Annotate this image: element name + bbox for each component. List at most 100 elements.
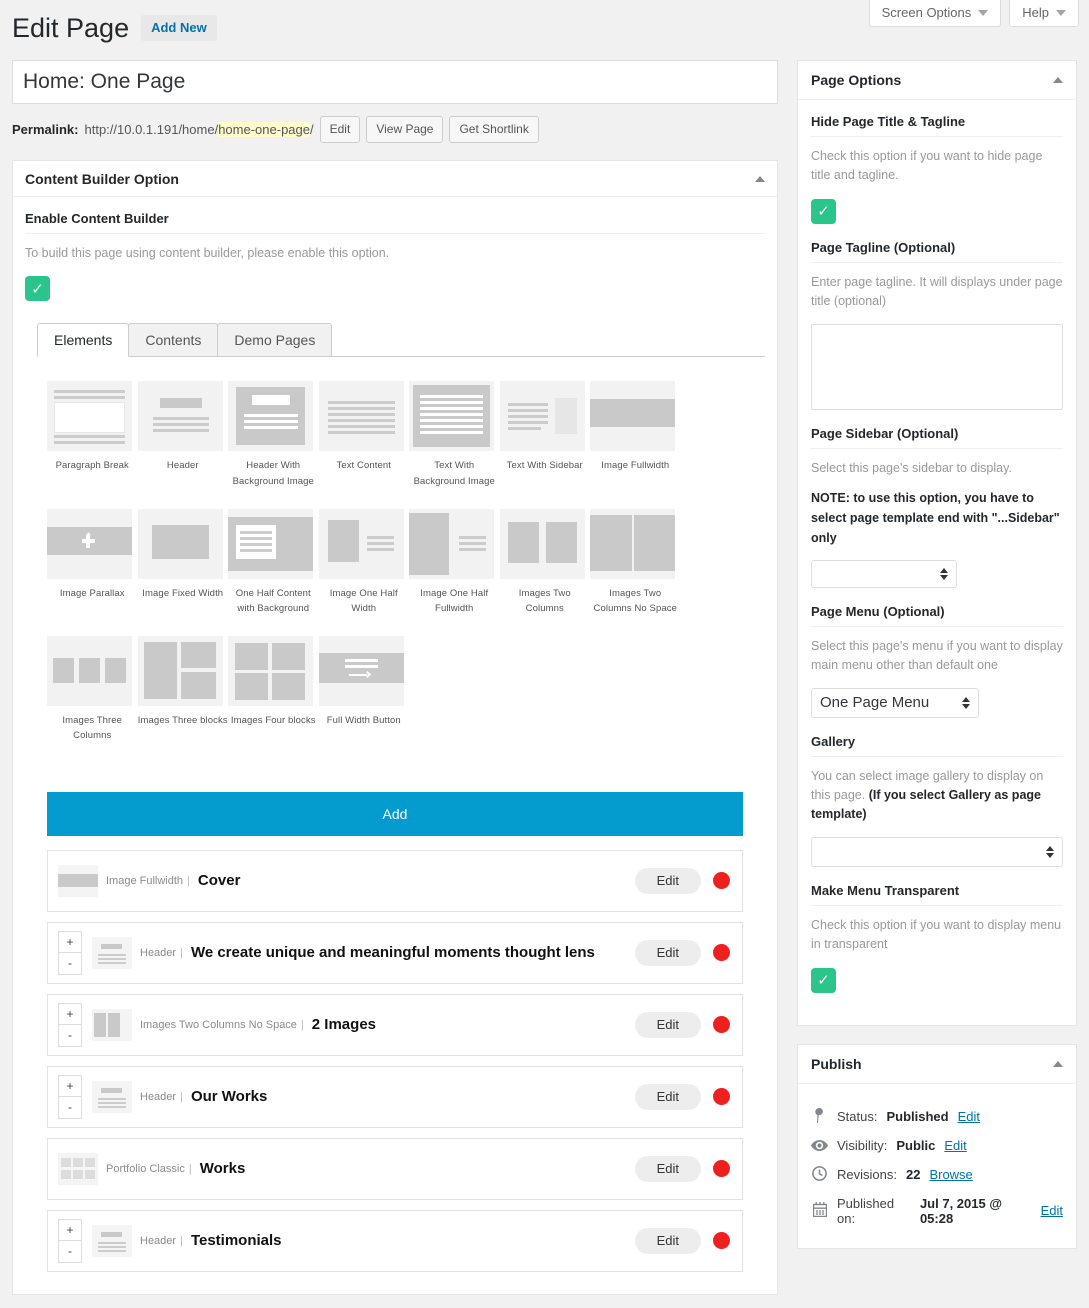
element-images-two-columns-no-space[interactable]: Images Two Columns No Space — [590, 509, 681, 616]
enable-content-builder-help: To build this page using content builder… — [25, 244, 765, 263]
row-edit-button[interactable]: Edit — [635, 940, 701, 966]
row-separator: | — [180, 1091, 183, 1103]
page-options-panel-title: Page Options — [811, 72, 901, 88]
element-text-with-background-image[interactable]: Text With Background Image — [409, 381, 500, 488]
row-delete-icon[interactable] — [713, 944, 730, 961]
page-tagline-label: Page Tagline (Optional) — [811, 240, 1063, 255]
edit-permalink-button[interactable]: Edit — [320, 116, 361, 143]
move-up-button[interactable]: + — [59, 1076, 81, 1098]
page-sidebar-help: Select this page's sidebar to display. — [811, 459, 1063, 478]
enable-content-builder-checkbox[interactable]: ✓ — [25, 276, 50, 301]
hide-page-title-checkbox[interactable]: ✓ — [811, 199, 836, 224]
clock-icon — [811, 1166, 828, 1184]
publish-date-edit-link[interactable]: Edit — [1041, 1203, 1063, 1218]
element-image-one-half-fullwidth[interactable]: Image One Half Fullwidth — [409, 509, 500, 616]
page-sidebar-select[interactable] — [811, 560, 957, 588]
move-down-button[interactable]: - — [59, 1025, 81, 1046]
row-delete-icon[interactable] — [713, 1088, 730, 1105]
row-order-stepper[interactable]: + - — [58, 931, 82, 975]
tab-elements[interactable]: Elements — [37, 323, 129, 357]
builder-rows-list: Image Fullwidth | Cover Edit + - — [47, 850, 743, 1272]
move-down-button[interactable]: - — [59, 1241, 81, 1262]
make-menu-transparent-checkbox[interactable]: ✓ — [811, 968, 836, 993]
move-up-button[interactable]: + — [59, 1004, 81, 1026]
content-builder-panel-header[interactable]: Content Builder Option — [13, 161, 777, 197]
row-delete-icon[interactable] — [713, 1160, 730, 1177]
element-label: Image Parallax — [47, 586, 138, 601]
element-one-half-content-with-background[interactable]: One Half Content with Background — [228, 509, 319, 616]
publish-revisions-row: Revisions: 22 Browse — [811, 1166, 1063, 1184]
row-edit-button[interactable]: Edit — [635, 1228, 701, 1254]
chevron-up-icon[interactable] — [1053, 1061, 1063, 1067]
element-images-four-blocks[interactable]: Images Four blocks — [228, 636, 319, 743]
screen-options-label: Screen Options — [882, 6, 972, 19]
element-full-width-button[interactable]: Full Width Button — [319, 636, 410, 743]
row-name-label: Testimonials — [191, 1232, 282, 1249]
page-menu-select[interactable]: One Page Menu — [811, 688, 979, 718]
images-three-blocks-icon — [138, 636, 223, 706]
add-new-button[interactable]: Add New — [141, 15, 217, 41]
post-title-input[interactable]: Home: One Page — [12, 60, 778, 104]
page-tagline-textarea[interactable] — [811, 324, 1063, 410]
publish-revisions-browse-link[interactable]: Browse — [929, 1167, 972, 1182]
row-edit-button[interactable]: Edit — [635, 1156, 701, 1182]
element-image-fixed-width[interactable]: Image Fixed Width — [138, 509, 229, 616]
images-four-blocks-icon — [228, 636, 313, 706]
publish-status-edit-link[interactable]: Edit — [958, 1109, 980, 1124]
row-order-stepper[interactable]: + - — [58, 1075, 82, 1119]
element-image-parallax[interactable]: Image Parallax — [47, 509, 138, 616]
element-image-fullwidth[interactable]: Image Fullwidth — [590, 381, 681, 488]
element-header[interactable]: Header — [138, 381, 229, 488]
gallery-select[interactable] — [811, 837, 1063, 867]
main-column: Home: One Page Permalink: http://10.0.1.… — [12, 60, 778, 1295]
row-order-stepper[interactable]: + - — [58, 1003, 82, 1047]
element-images-two-columns[interactable]: Images Two Columns — [500, 509, 591, 616]
image-fullwidth-icon — [590, 381, 675, 451]
element-paragraph-break[interactable]: Paragraph Break — [47, 381, 138, 488]
publish-visibility-edit-link[interactable]: Edit — [944, 1138, 966, 1153]
row-edit-button[interactable]: Edit — [635, 868, 701, 894]
table-row[interactable]: + - Header | Our Works E — [47, 1066, 743, 1128]
help-button[interactable]: Help — [1009, 0, 1079, 27]
element-text-with-sidebar[interactable]: Text With Sidebar — [500, 381, 591, 488]
table-row[interactable]: + - Header | We create unique and meanin… — [47, 922, 743, 984]
content-builder-panel: Content Builder Option Enable Content Bu… — [12, 160, 778, 1295]
row-delete-icon[interactable] — [713, 872, 730, 889]
chevron-up-icon[interactable] — [755, 176, 765, 182]
image-one-half-width-icon — [319, 509, 404, 579]
move-up-button[interactable]: + — [59, 932, 81, 954]
view-page-button[interactable]: View Page — [366, 116, 443, 143]
move-up-button[interactable]: + — [59, 1220, 81, 1242]
screen-options-button[interactable]: Screen Options — [869, 0, 1002, 27]
full-width-button-icon — [319, 636, 404, 706]
element-images-three-columns[interactable]: Images Three Columns — [47, 636, 138, 743]
publish-panel-header[interactable]: Publish — [798, 1045, 1076, 1084]
page-options-panel-header[interactable]: Page Options — [798, 61, 1076, 100]
row-edit-button[interactable]: Edit — [635, 1012, 701, 1038]
element-image-one-half-width[interactable]: Image One Half Width — [319, 509, 410, 616]
add-row-button[interactable]: Add — [47, 792, 743, 836]
table-row[interactable]: Portfolio Classic | Works Edit — [47, 1138, 743, 1200]
element-images-three-blocks[interactable]: Images Three blocks — [138, 636, 229, 743]
element-header-with-background-image[interactable]: Header With Background Image — [228, 381, 319, 488]
element-text-content[interactable]: Text Content — [319, 381, 410, 488]
move-down-button[interactable]: - — [59, 1097, 81, 1118]
image-one-half-fullwidth-icon — [409, 509, 494, 579]
page-menu-section: Page Menu (Optional) Select this page's … — [811, 604, 1063, 718]
get-shortlink-button[interactable]: Get Shortlink — [449, 116, 538, 143]
row-delete-icon[interactable] — [713, 1016, 730, 1033]
row-order-stepper[interactable]: + - — [58, 1219, 82, 1263]
tab-demo-pages[interactable]: Demo Pages — [217, 323, 332, 356]
table-row[interactable]: + - Header | Testimonials — [47, 1210, 743, 1272]
row-edit-button[interactable]: Edit — [635, 1084, 701, 1110]
chevron-up-icon[interactable] — [1053, 77, 1063, 83]
table-row[interactable]: Image Fullwidth | Cover Edit — [47, 850, 743, 912]
chevron-updown-icon — [940, 568, 948, 580]
builder-tabs: Elements Contents Demo Pages — [37, 323, 765, 357]
table-row[interactable]: + - Images Two Columns No Space | 2 Imag… — [47, 994, 743, 1056]
move-down-button[interactable]: - — [59, 953, 81, 974]
check-icon: ✓ — [817, 202, 830, 220]
row-delete-icon[interactable] — [713, 1232, 730, 1249]
tab-contents[interactable]: Contents — [128, 323, 218, 356]
page-tagline-section: Page Tagline (Optional) Enter page tagli… — [811, 240, 1063, 410]
